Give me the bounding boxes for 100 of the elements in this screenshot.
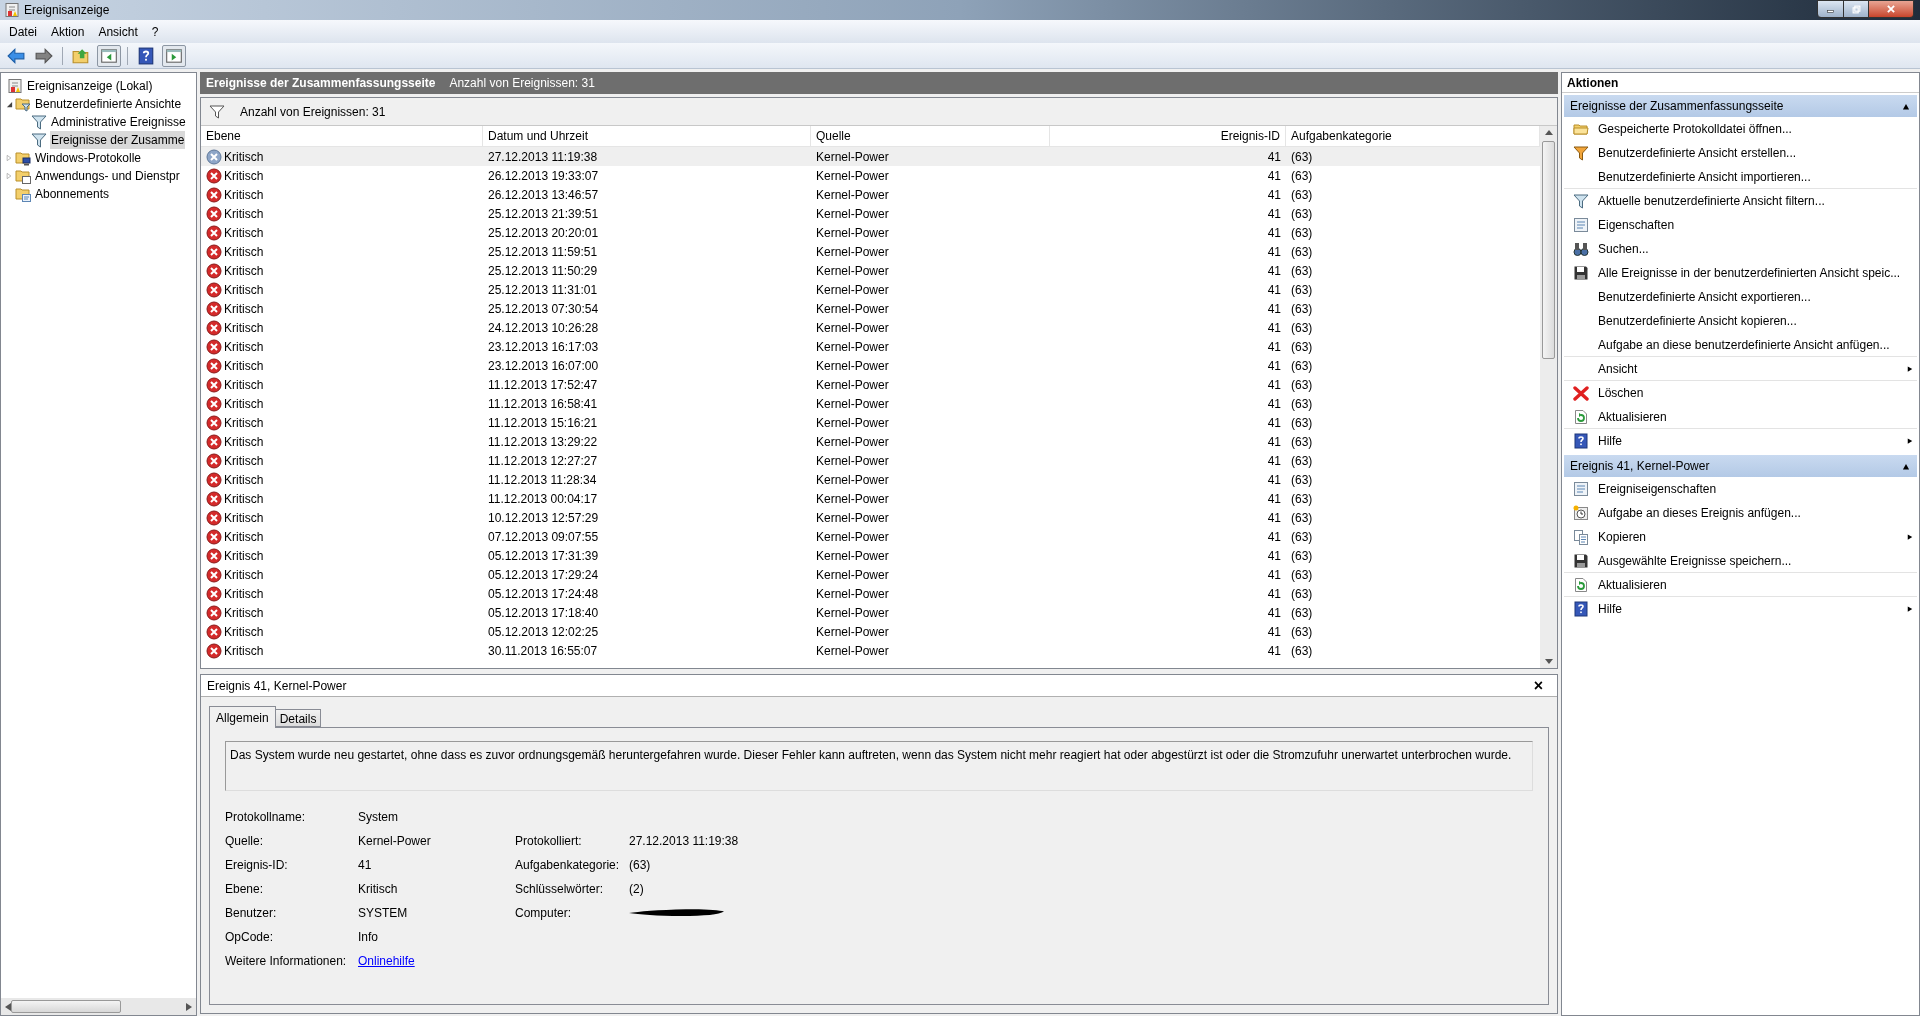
tree-item[interactable]: Anwendungs- und Dienstpr — [34, 167, 181, 185]
critical-error-icon — [206, 319, 222, 336]
table-row[interactable]: Kritisch 11.12.2013 16:58:41 Kernel-Power 41 (63) — [201, 394, 1540, 413]
collapse-icon[interactable] — [1901, 462, 1911, 470]
table-row[interactable]: Kritisch 25.12.2013 07:30:54 Kernel-Power 41 (63) — [201, 299, 1540, 318]
table-row[interactable]: Kritisch 05.12.2013 17:18:40 Kernel-Power 41 (63) — [201, 603, 1540, 622]
column-header[interactable]: Ebene — [206, 127, 241, 145]
action-item[interactable]: Ereigniseigenschaften — [1598, 480, 1717, 498]
menu-item[interactable]: ? — [144, 21, 166, 42]
menu-item[interactable]: Ansicht — [91, 21, 145, 42]
properties-icon — [1573, 217, 1589, 233]
action-item[interactable]: Aufgabe an dieses Ereignis anfügen... — [1598, 504, 1801, 522]
critical-error-icon — [206, 509, 222, 526]
action-item[interactable]: Löschen — [1598, 384, 1644, 402]
tree-item[interactable]: Abonnements — [34, 185, 111, 203]
action-item[interactable]: Benutzerdefinierte Ansicht exportieren... — [1598, 288, 1811, 306]
table-row[interactable]: Kritisch 23.12.2013 16:17:03 Kernel-Power 41 (63) — [201, 337, 1540, 356]
scroll-up-icon[interactable] — [1544, 130, 1553, 135]
tree-item[interactable]: Administrative Ereignisse — [50, 113, 187, 131]
table-row[interactable]: Kritisch 11.12.2013 17:52:47 Kernel-Power 41 (63) — [201, 375, 1540, 394]
tree-item[interactable]: Windows-Protokolle — [34, 149, 143, 167]
action-item[interactable]: Aktualisieren — [1598, 407, 1667, 426]
help-link[interactable]: Onlinehilfe — [358, 952, 415, 970]
tree-item[interactable]: Benutzerdefinierte Ansichte — [34, 95, 183, 113]
table-cell: 07.12.2013 09:07:55 — [488, 529, 599, 544]
scroll-thumb[interactable] — [1542, 141, 1555, 359]
column-header[interactable]: Datum und Uhrzeit — [488, 127, 589, 145]
close-button[interactable] — [1869, 0, 1914, 18]
action-item[interactable]: Ansicht — [1598, 359, 1638, 378]
action-item[interactable]: Ausgewählte Ereignisse speichern... — [1598, 551, 1792, 570]
tree-item[interactable]: Ereignisanzeige (Lokal) — [27, 77, 153, 95]
tab[interactable]: Allgemein — [209, 706, 276, 728]
action-item[interactable]: Benutzerdefinierte Ansicht erstellen... — [1598, 144, 1797, 162]
collapse-icon[interactable] — [1901, 102, 1911, 110]
table-row[interactable]: Kritisch 26.12.2013 19:33:07 Kernel-Power 41 (63) — [201, 166, 1540, 185]
table-row[interactable]: Kritisch 25.12.2013 11:31:01 Kernel-Power 41 (63) — [201, 280, 1540, 299]
table-row[interactable]: Kritisch 05.12.2013 12:02:25 Kernel-Power 41 (63) — [201, 622, 1540, 641]
clock-task-icon — [1573, 505, 1589, 521]
action-item[interactable]: Gespeicherte Protokolldatei öffnen... — [1598, 120, 1792, 138]
table-cell: 10.12.2013 12:57:29 — [488, 510, 599, 525]
horizontal-scrollbar[interactable] — [1, 998, 196, 1015]
table-row[interactable]: Kritisch 11.12.2013 13:29:22 Kernel-Power 41 (63) — [201, 432, 1540, 451]
critical-error-icon — [206, 186, 222, 203]
table-row[interactable]: Kritisch 23.12.2013 16:07:00 Kernel-Power 41 (63) — [201, 356, 1540, 375]
table-cell-text: Kritisch — [224, 395, 264, 413]
expanded-icon[interactable] — [5, 100, 13, 108]
maximize-button[interactable] — [1844, 0, 1869, 18]
table-row[interactable]: Kritisch 25.12.2013 11:59:51 Kernel-Power 41 (63) — [201, 242, 1540, 261]
action-item[interactable]: Suchen... — [1598, 240, 1649, 258]
action-item[interactable]: Kopieren — [1598, 528, 1647, 546]
action-item[interactable]: Hilfe — [1598, 432, 1622, 450]
column-header[interactable]: Aufgabenkategorie — [1291, 127, 1392, 145]
table-row[interactable]: Kritisch 11.12.2013 11:28:34 Kernel-Power 41 (63) — [201, 470, 1540, 489]
table-row[interactable]: Kritisch 05.12.2013 17:24:48 Kernel-Power 41 (63) — [201, 584, 1540, 603]
action-item[interactable]: Aufgabe an diese benutzerdefinierte Ansicht anfügen... — [1598, 335, 1890, 354]
table-row[interactable]: Kritisch 11.12.2013 15:16:21 Kernel-Power 41 (63) — [201, 413, 1540, 432]
table-cell: Kernel-Power — [816, 339, 889, 354]
table-row[interactable]: Kritisch 05.12.2013 17:31:39 Kernel-Power 41 (63) — [201, 546, 1540, 565]
scroll-down-icon[interactable] — [1544, 659, 1553, 664]
table-row[interactable]: Kritisch 26.12.2013 13:46:57 Kernel-Power 41 (63) — [201, 185, 1540, 204]
table-row[interactable]: Kritisch 05.12.2013 17:29:24 Kernel-Power 41 (63) — [201, 565, 1540, 584]
field-value: Kernel-Power — [358, 833, 431, 850]
action-item[interactable]: Aktuelle benutzerdefinierte Ansicht filtern... — [1598, 192, 1825, 210]
table-row[interactable]: Kritisch 10.12.2013 12:57:29 Kernel-Power 41 (63) — [201, 508, 1540, 527]
action-item[interactable]: Eigenschaften — [1598, 216, 1675, 234]
section-header[interactable]: Ereignisse der Zusammenfassungsseite — [1564, 95, 1917, 117]
section-header[interactable]: Ereignis 41, Kernel-Power — [1564, 455, 1917, 477]
tree-item[interactable]: Ereignisse der Zusamme — [50, 131, 186, 149]
table-row[interactable]: Kritisch 27.12.2013 11:19:38 Kernel-Power 41 (63) — [201, 147, 1540, 166]
menu-item[interactable]: Aktion — [44, 21, 92, 42]
vertical-scrollbar[interactable] — [1540, 126, 1557, 668]
table-row[interactable]: Kritisch 07.12.2013 09:07:55 Kernel-Power 41 (63) — [201, 527, 1540, 546]
table-row[interactable]: Kritisch 25.12.2013 20:20:01 Kernel-Power 41 (63) — [201, 223, 1540, 242]
table-row[interactable]: Kritisch 24.12.2013 10:26:28 Kernel-Power 41 (63) — [201, 318, 1540, 337]
menu-item[interactable]: Datei — [2, 21, 44, 42]
column-header[interactable]: Quelle — [816, 127, 851, 145]
scroll-thumb[interactable] — [11, 1000, 121, 1013]
table-row[interactable]: Kritisch 11.12.2013 12:27:27 Kernel-Power 41 (63) — [201, 451, 1540, 470]
toolbar-button[interactable] — [162, 44, 186, 67]
close-button[interactable]: × — [1533, 677, 1543, 694]
action-item[interactable]: Alle Ereignisse in der benutzerdefinierten Ansicht speic... — [1598, 264, 1901, 282]
table-cell-text: 41 — [1267, 319, 1281, 337]
column-header[interactable]: Ereignis-ID — [1220, 127, 1280, 145]
action-item[interactable]: Benutzerdefinierte Ansicht importieren... — [1598, 167, 1811, 186]
field-label: Ebene: — [225, 882, 264, 896]
folder-computer-icon — [15, 150, 31, 166]
action-item[interactable]: Benutzerdefinierte Ansicht kopieren... — [1598, 312, 1797, 330]
table-row[interactable]: Kritisch 30.11.2013 16:55:07 Kernel-Power 41 (63) — [201, 641, 1540, 660]
table-row[interactable]: Kritisch 11.12.2013 00:04:17 Kernel-Power 41 (63) — [201, 489, 1540, 508]
tab[interactable]: Details — [274, 709, 322, 727]
table-row[interactable]: Kritisch 25.12.2013 21:39:51 Kernel-Power 41 (63) — [201, 204, 1540, 223]
table-cell: (63) — [1291, 624, 1313, 639]
scroll-right-icon[interactable] — [186, 1002, 192, 1011]
table-row[interactable]: Kritisch 25.12.2013 11:50:29 Kernel-Power 41 (63) — [201, 261, 1540, 280]
table-cell: (63) — [1291, 320, 1313, 335]
toolbar-button[interactable] — [97, 44, 121, 67]
minimize-button[interactable] — [1817, 0, 1844, 18]
action-item[interactable]: Hilfe — [1598, 600, 1622, 618]
table-cell-text: Kritisch — [224, 509, 264, 527]
action-item[interactable]: Aktualisieren — [1598, 575, 1667, 594]
